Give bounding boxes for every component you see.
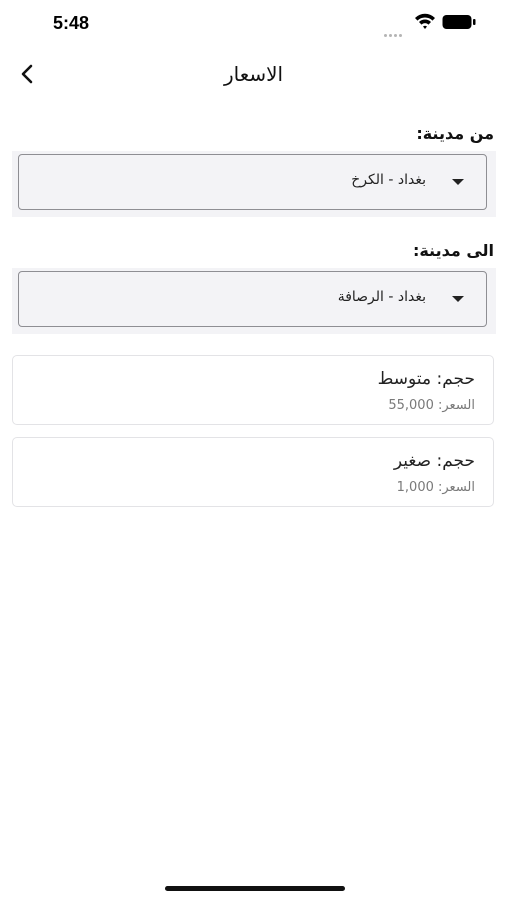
card-size: حجم: صغير [393,451,475,471]
to-city-value: بغداد - الرصافة [337,289,426,305]
price-card[interactable]: حجم: صغير السعر: 1,000 [12,437,494,507]
price-card[interactable]: حجم: متوسط السعر: 55,000 [12,355,494,425]
from-city-value: بغداد - الكرخ [351,172,426,188]
card-price: السعر: 1,000 [396,480,475,495]
battery-icon [442,15,476,29]
card-size: حجم: متوسط [377,369,475,389]
cellular-signal-icon [384,22,404,41]
wifi-icon [415,13,435,29]
dropdown-arrow-icon [452,179,464,185]
navigation-bar: الاسعار [0,52,507,96]
from-city-dropdown[interactable]: بغداد - الكرخ [18,154,487,210]
status-bar: 5:48 [0,0,507,48]
to-city-field: بغداد - الرصافة [12,268,496,334]
dropdown-arrow-icon [452,296,464,302]
status-time: 5:48 [53,13,90,33]
card-price: السعر: 55,000 [388,398,475,413]
to-city-dropdown[interactable]: بغداد - الرصافة [18,271,487,327]
from-city-field: بغداد - الكرخ [12,151,496,217]
page-title: الاسعار [223,62,284,86]
from-city-label: من مدينة: [416,124,494,143]
to-city-label: الى مدينة: [412,241,494,260]
home-indicator [165,886,345,891]
